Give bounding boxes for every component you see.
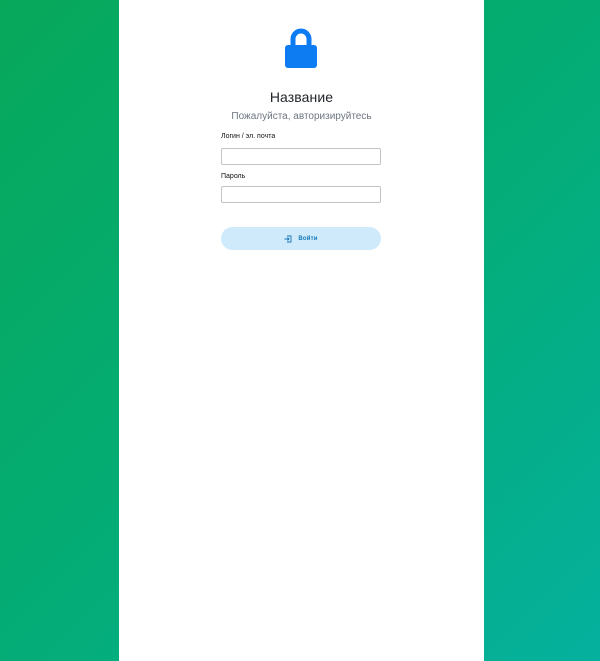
password-label: Пароль — [221, 173, 246, 180]
page-subtitle: Пожалуйста, авторизируйтесь — [231, 111, 372, 122]
page-title: Название — [269, 89, 334, 105]
password-input[interactable] — [221, 186, 381, 203]
login-input[interactable] — [221, 148, 381, 165]
lock-icon — [285, 28, 317, 68]
login-label: Логин / эл. почта — [221, 133, 276, 140]
sign-in-icon — [284, 235, 292, 242]
login-button-label: Войти — [298, 235, 318, 242]
login-button[interactable]: Войти — [221, 227, 381, 250]
